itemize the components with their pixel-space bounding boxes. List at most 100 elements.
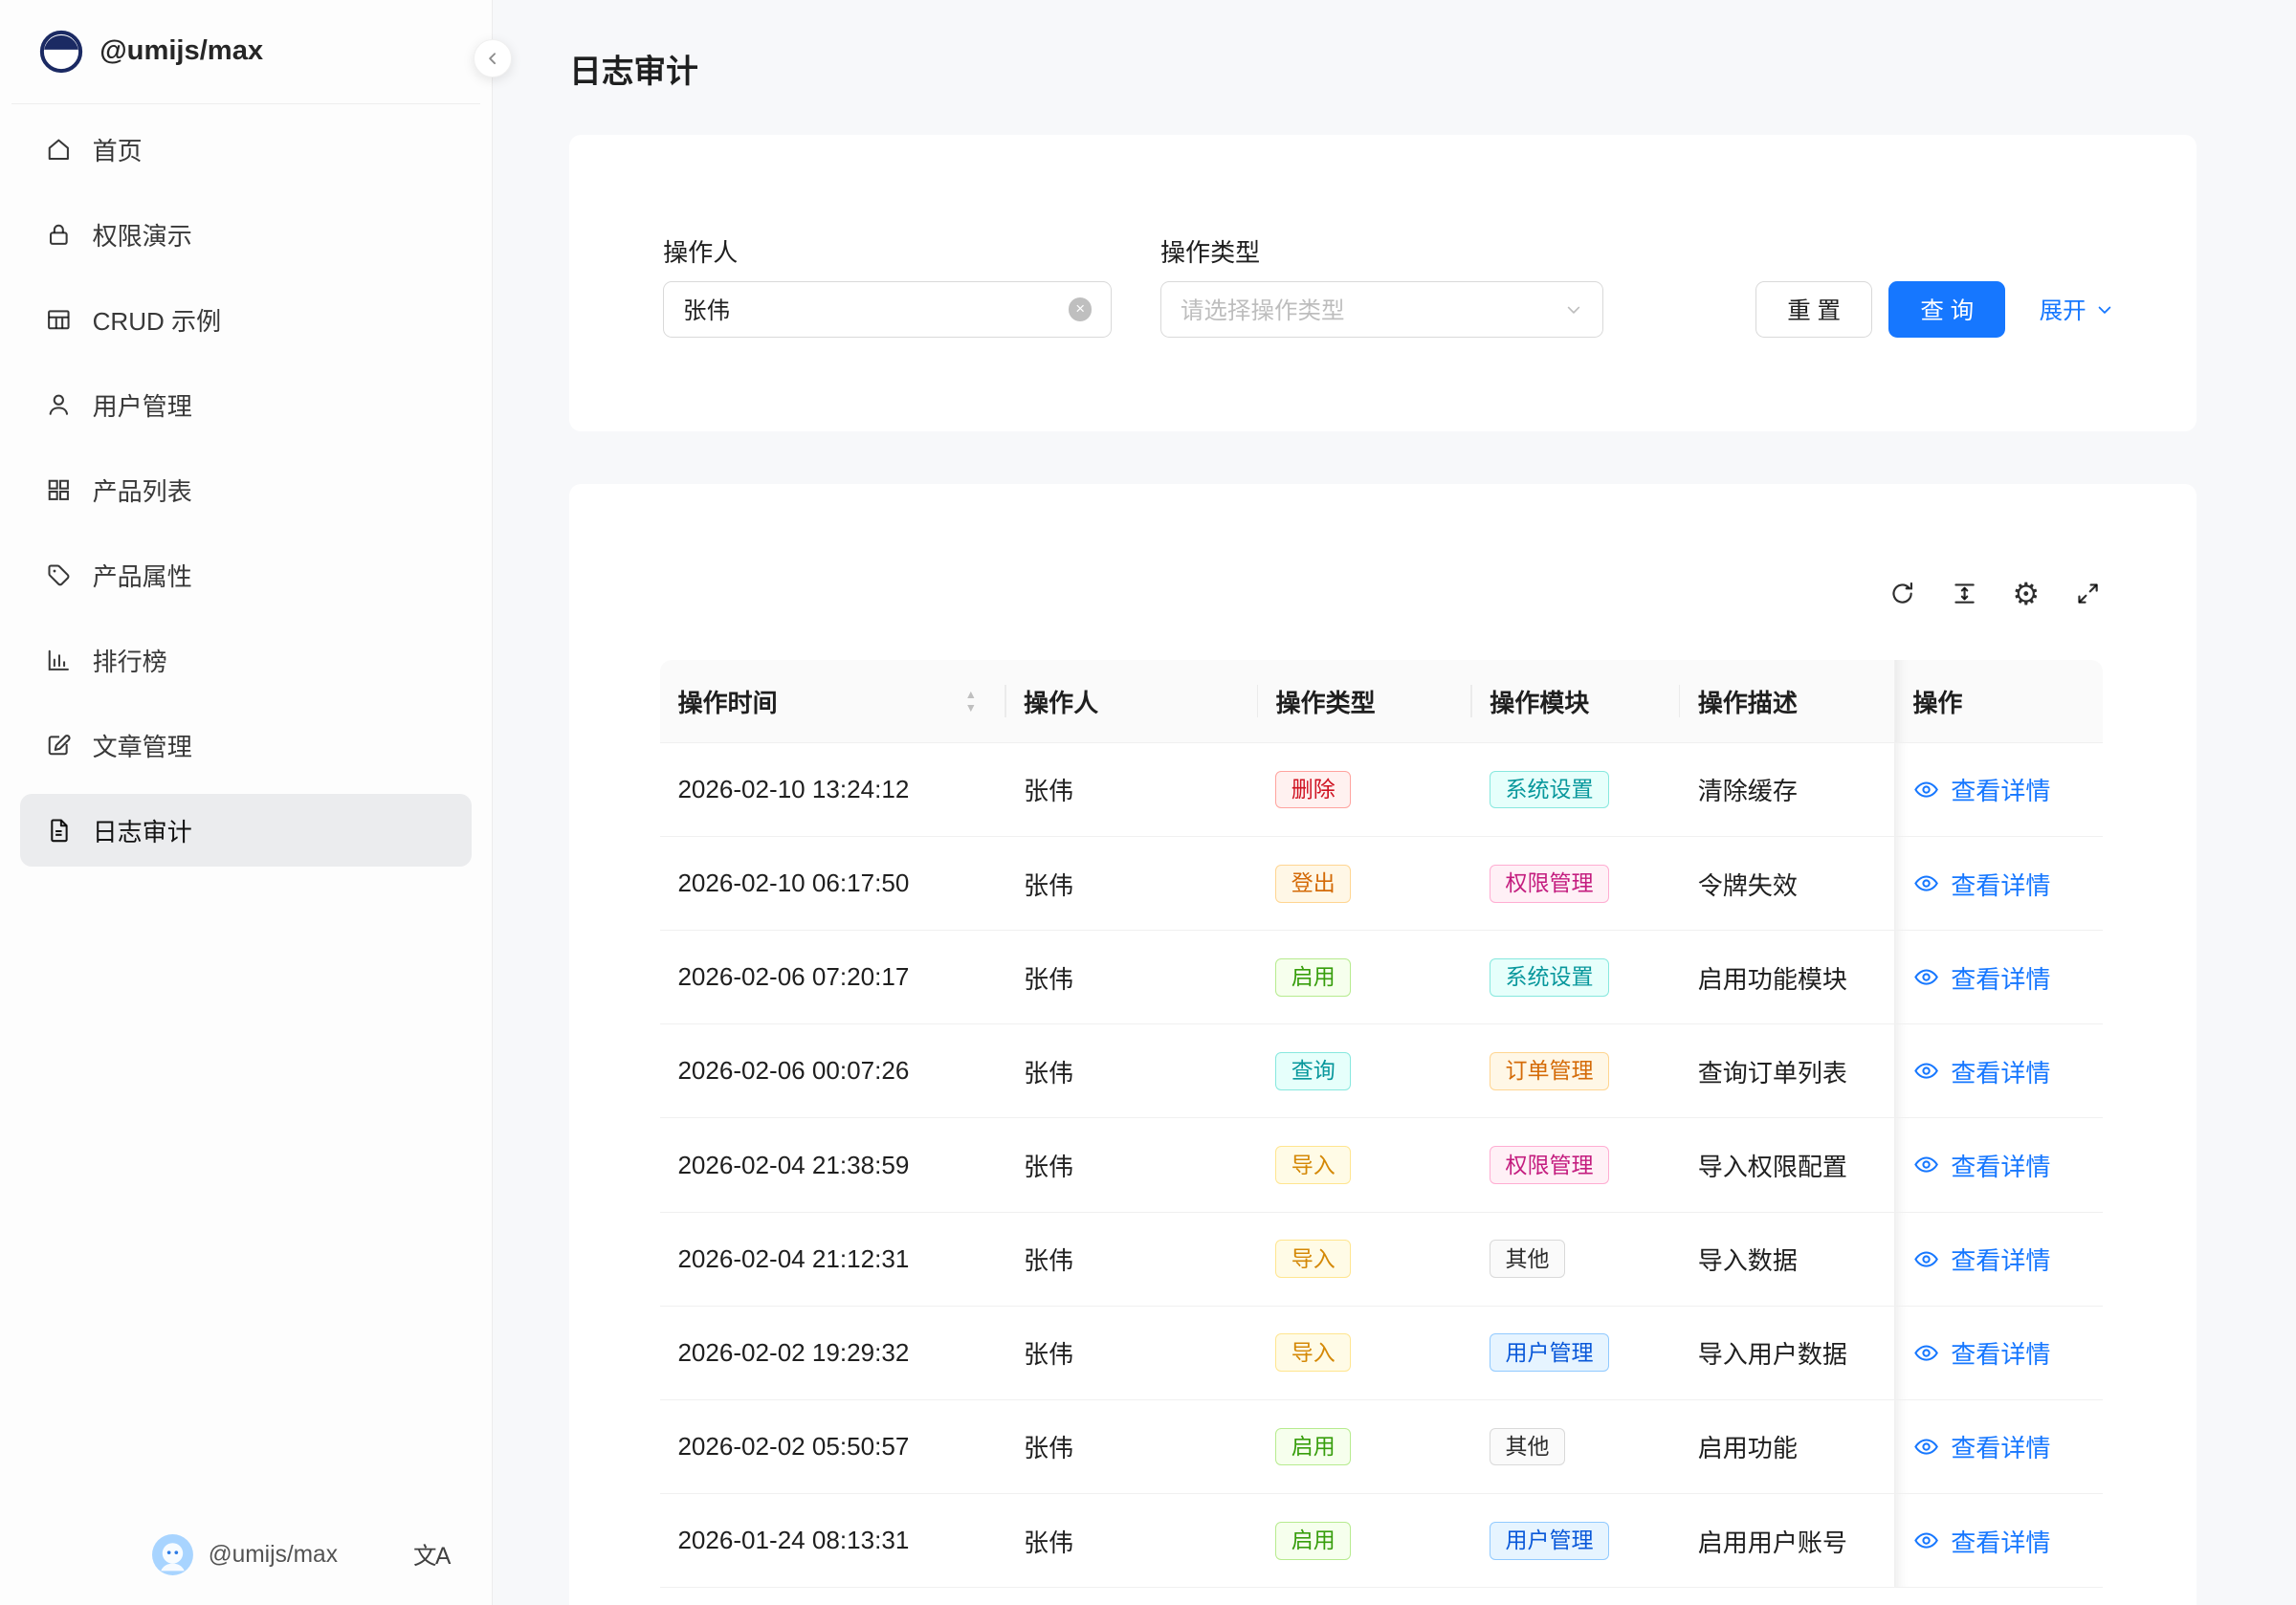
eye-icon bbox=[1912, 776, 1940, 803]
reload-icon[interactable] bbox=[1888, 580, 1918, 609]
type-tag: 启用 bbox=[1275, 1522, 1351, 1560]
cell-operator: 张伟 bbox=[1006, 1307, 1259, 1399]
eye-icon bbox=[1912, 1057, 1940, 1085]
table-row: 2026-02-04 21:38:59 张伟 导入 权限管理 导入权限配置 查看… bbox=[660, 1118, 2102, 1212]
sidebar-item-label: 产品属性 bbox=[93, 557, 192, 593]
cell-desc: 令牌失效 bbox=[1680, 837, 1894, 930]
user-menu[interactable]: @umijs/max bbox=[152, 1534, 338, 1575]
sidebar: @umijs/max 首页 权限演示 CRUD 示例 用户管理 产品列表 bbox=[0, 0, 493, 1605]
view-detail-link[interactable]: 查看详情 bbox=[1912, 959, 2050, 996]
sidebar-item-users[interactable]: 用户管理 bbox=[20, 368, 471, 442]
table-icon bbox=[44, 305, 74, 335]
table-row: 2026-02-10 13:24:12 张伟 删除 系统设置 清除缓存 查看详情 bbox=[660, 743, 2102, 837]
cell-time: 2026-02-04 21:38:59 bbox=[660, 1118, 1006, 1211]
cell-module: 权限管理 bbox=[1472, 1118, 1681, 1211]
column-header-type: 操作类型 bbox=[1258, 660, 1472, 742]
cell-time: 2026-02-06 00:07:26 bbox=[660, 1024, 1006, 1117]
cell-desc: 启用用户账号 bbox=[1680, 1494, 1894, 1587]
translate-icon[interactable]: 文A bbox=[413, 1538, 450, 1572]
settings-icon[interactable]: ⚙ bbox=[2011, 580, 2041, 609]
operator-label: 操作人 bbox=[663, 237, 1112, 270]
view-detail-label: 查看详情 bbox=[1951, 1428, 2050, 1464]
caret-up-icon: ▲ bbox=[965, 689, 977, 700]
cell-time: 2026-02-04 21:12:31 bbox=[660, 1213, 1006, 1306]
cell-type: 导入 bbox=[1258, 1213, 1472, 1306]
sidebar-item-label: 权限演示 bbox=[93, 216, 192, 253]
cell-operator: 张伟 bbox=[1006, 1118, 1259, 1211]
sidebar-item-label: 首页 bbox=[93, 131, 143, 167]
view-detail-link[interactable]: 查看详情 bbox=[1912, 1241, 2050, 1277]
cell-module: 用户管理 bbox=[1472, 1307, 1681, 1399]
sidebar-item-crud[interactable]: CRUD 示例 bbox=[20, 283, 471, 357]
view-detail-label: 查看详情 bbox=[1951, 1147, 2050, 1183]
sidebar-item-products[interactable]: 产品列表 bbox=[20, 453, 471, 527]
sidebar-item-home[interactable]: 首页 bbox=[20, 113, 471, 187]
cell-desc: 导入数据 bbox=[1680, 1213, 1894, 1306]
view-detail-link[interactable]: 查看详情 bbox=[1912, 1523, 2050, 1559]
cell-time: 2026-01-24 08:13:31 bbox=[660, 1494, 1006, 1587]
eye-icon bbox=[1912, 1339, 1940, 1367]
view-detail-link[interactable]: 查看详情 bbox=[1912, 1428, 2050, 1464]
module-tag: 权限管理 bbox=[1490, 865, 1609, 903]
eye-icon bbox=[1912, 1433, 1940, 1461]
user-icon bbox=[44, 390, 74, 420]
sorter-icon[interactable]: ▲ ▼ bbox=[965, 689, 977, 714]
type-tag: 导入 bbox=[1275, 1240, 1351, 1278]
sidebar-item-ranking[interactable]: 排行榜 bbox=[20, 624, 471, 697]
view-detail-label: 查看详情 bbox=[1951, 866, 2050, 902]
cell-action: 查看详情 bbox=[1894, 837, 2103, 930]
sidebar-item-articles[interactable]: 文章管理 bbox=[20, 709, 471, 782]
clear-icon[interactable]: × bbox=[1069, 297, 1093, 321]
column-header-time[interactable]: 操作时间 ▲ ▼ bbox=[660, 660, 1006, 742]
log-table: 操作时间 ▲ ▼ 操作人 操作类型 操作模块 操作描述 操作 2026-02-1… bbox=[660, 660, 2102, 1588]
cell-time: 2026-02-06 07:20:17 bbox=[660, 931, 1006, 1023]
app-root: @umijs/max 首页 权限演示 CRUD 示例 用户管理 产品列表 bbox=[0, 0, 2296, 1605]
caret-down-icon: ▼ bbox=[965, 702, 977, 714]
view-detail-label: 查看详情 bbox=[1951, 771, 2050, 807]
view-detail-label: 查看详情 bbox=[1951, 1334, 2050, 1371]
cell-desc: 导入用户数据 bbox=[1680, 1307, 1894, 1399]
cell-type: 启用 bbox=[1258, 1494, 1472, 1587]
cell-type: 启用 bbox=[1258, 1400, 1472, 1493]
cell-operator: 张伟 bbox=[1006, 931, 1259, 1023]
sidebar-item-log-audit[interactable]: 日志审计 bbox=[20, 794, 471, 868]
sidebar-footer: @umijs/max 文A bbox=[0, 1514, 492, 1605]
sidebar-item-label: 日志审计 bbox=[93, 812, 192, 848]
type-tag: 查询 bbox=[1275, 1052, 1351, 1090]
cell-type: 导入 bbox=[1258, 1118, 1472, 1211]
expand-link[interactable]: 展开 bbox=[2040, 293, 2114, 326]
chevron-down-icon bbox=[2095, 300, 2114, 319]
column-header-action: 操作 bbox=[1894, 660, 2103, 742]
column-header-operator: 操作人 bbox=[1006, 660, 1259, 742]
view-detail-link[interactable]: 查看详情 bbox=[1912, 1147, 2050, 1183]
type-label: 操作类型 bbox=[1160, 237, 1603, 270]
sidebar-item-product-attrs[interactable]: 产品属性 bbox=[20, 539, 471, 612]
sidebar-item-permission[interactable]: 权限演示 bbox=[20, 198, 471, 272]
cell-action: 查看详情 bbox=[1894, 1213, 2103, 1306]
view-detail-link[interactable]: 查看详情 bbox=[1912, 866, 2050, 902]
sidebar-menu: 首页 权限演示 CRUD 示例 用户管理 产品列表 产品属性 bbox=[0, 104, 492, 1514]
density-icon[interactable] bbox=[1950, 580, 1979, 609]
cell-desc: 清除缓存 bbox=[1680, 743, 1894, 836]
brand[interactable]: @umijs/max bbox=[11, 0, 480, 104]
view-detail-link[interactable]: 查看详情 bbox=[1912, 1053, 2050, 1089]
query-button[interactable]: 查 询 bbox=[1888, 281, 2005, 337]
table-row: 2026-01-24 08:13:31 张伟 启用 用户管理 启用用户账号 查看… bbox=[660, 1494, 2102, 1588]
cell-operator: 张伟 bbox=[1006, 743, 1259, 836]
operator-input[interactable]: 张伟 × bbox=[663, 281, 1112, 337]
cell-module: 其他 bbox=[1472, 1213, 1681, 1306]
cell-operator: 张伟 bbox=[1006, 837, 1259, 930]
view-detail-link[interactable]: 查看详情 bbox=[1912, 771, 2050, 807]
module-tag: 订单管理 bbox=[1490, 1052, 1609, 1090]
reset-button[interactable]: 重 置 bbox=[1755, 281, 1872, 337]
type-tag: 登出 bbox=[1275, 865, 1351, 903]
view-detail-link[interactable]: 查看详情 bbox=[1912, 1334, 2050, 1371]
table-row: 2026-02-02 05:50:57 张伟 启用 其他 启用功能 查看详情 bbox=[660, 1400, 2102, 1494]
type-select[interactable]: 请选择操作类型 bbox=[1160, 281, 1603, 337]
type-tag: 删除 bbox=[1275, 771, 1351, 809]
cell-module: 订单管理 bbox=[1472, 1024, 1681, 1117]
chevron-left-icon bbox=[484, 50, 501, 67]
fullscreen-icon[interactable] bbox=[2073, 580, 2103, 609]
edit-icon bbox=[44, 731, 74, 760]
eye-icon bbox=[1912, 1527, 1940, 1554]
